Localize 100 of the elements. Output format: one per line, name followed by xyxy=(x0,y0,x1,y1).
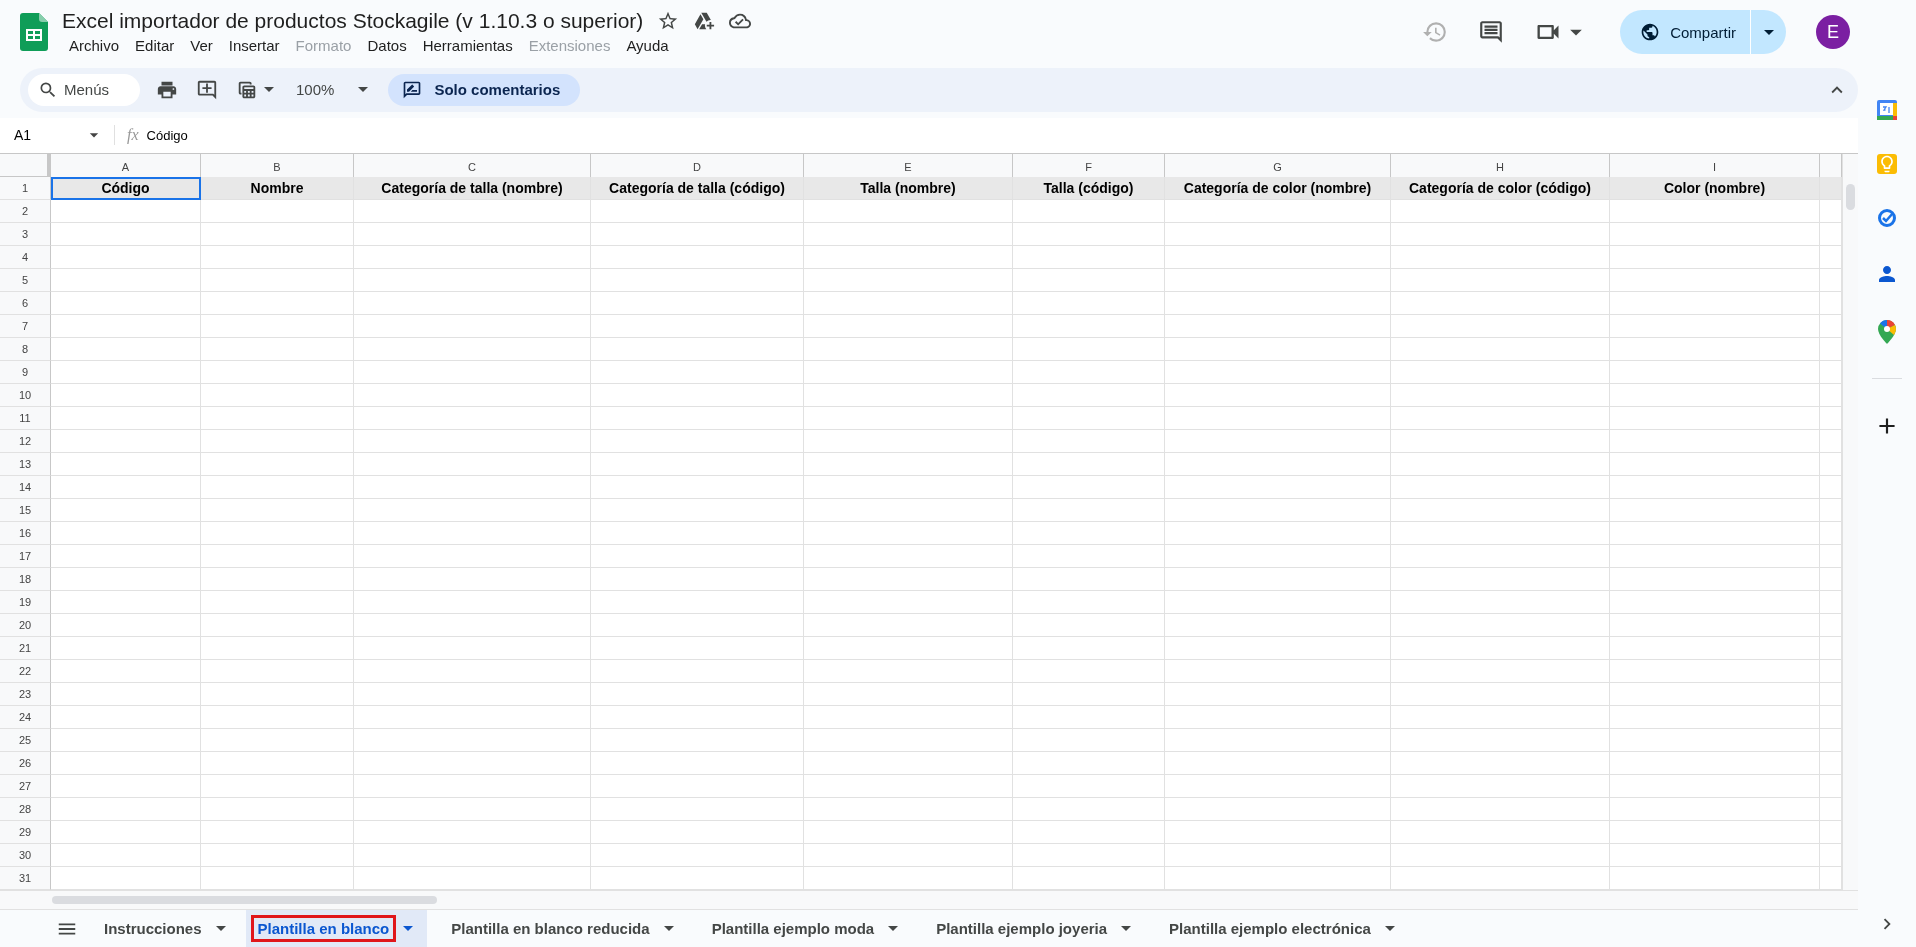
spreadsheet-cell[interactable] xyxy=(51,729,201,753)
spreadsheet-cell[interactable] xyxy=(1013,223,1165,247)
spreadsheet-cell[interactable] xyxy=(1013,568,1165,592)
spreadsheet-cell[interactable] xyxy=(1610,384,1820,408)
spreadsheet-cell[interactable] xyxy=(1391,315,1610,339)
spreadsheet-cell[interactable] xyxy=(591,821,804,845)
spreadsheet-cell[interactable] xyxy=(1165,476,1391,500)
spreadsheet-cell[interactable] xyxy=(201,706,354,730)
menu-search-field[interactable]: Menús xyxy=(28,73,140,106)
spreadsheet-cell[interactable] xyxy=(1820,430,1842,454)
spreadsheet-cell[interactable] xyxy=(354,660,591,684)
spreadsheet-cell[interactable] xyxy=(354,338,591,362)
spreadsheet-cell[interactable] xyxy=(1391,223,1610,247)
spreadsheet-cell[interactable] xyxy=(591,614,804,638)
spreadsheet-cell[interactable] xyxy=(1165,361,1391,385)
sheet-tab[interactable]: Instrucciones xyxy=(86,910,240,947)
spreadsheet-cell[interactable] xyxy=(591,200,804,224)
spreadsheet-cell[interactable] xyxy=(354,315,591,339)
sheet-tab[interactable]: Plantilla en blanco reducida xyxy=(433,910,688,947)
row-header[interactable]: 2 xyxy=(0,200,51,224)
spreadsheet-cell[interactable] xyxy=(1820,315,1842,339)
spreadsheet-cell[interactable] xyxy=(591,384,804,408)
spreadsheet-cell[interactable] xyxy=(1165,683,1391,707)
spreadsheet-cell[interactable] xyxy=(1013,453,1165,477)
spreadsheet-cell[interactable] xyxy=(1391,361,1610,385)
spreadsheet-cell[interactable] xyxy=(804,269,1013,293)
spreadsheet-cell[interactable] xyxy=(1165,637,1391,661)
spreadsheet-cell[interactable] xyxy=(201,361,354,385)
spreadsheet-cell[interactable] xyxy=(1610,660,1820,684)
spreadsheet-cell[interactable] xyxy=(804,384,1013,408)
spreadsheet-cell[interactable] xyxy=(1013,545,1165,569)
spreadsheet-cell[interactable] xyxy=(1391,430,1610,454)
header-cell[interactable] xyxy=(1820,177,1842,201)
spreadsheet-cell[interactable] xyxy=(201,752,354,776)
row-header[interactable]: 27 xyxy=(0,775,51,799)
spreadsheet-cell[interactable] xyxy=(354,384,591,408)
spreadsheet-cell[interactable] xyxy=(804,729,1013,753)
sheet-tab[interactable]: Plantilla ejemplo joyeria xyxy=(918,910,1146,947)
cell-reference-box[interactable]: A1 xyxy=(0,125,115,146)
spreadsheet-cell[interactable] xyxy=(1391,453,1610,477)
spreadsheet-cell[interactable] xyxy=(1165,223,1391,247)
spreadsheet-cell[interactable] xyxy=(201,522,354,546)
spreadsheet-cell[interactable] xyxy=(51,545,201,569)
spreadsheet-cell[interactable] xyxy=(804,223,1013,247)
spreadsheet-cell[interactable] xyxy=(1610,269,1820,293)
check-circle-icon[interactable] xyxy=(1877,208,1897,228)
row-header[interactable]: 21 xyxy=(0,637,51,661)
spreadsheet-cell[interactable] xyxy=(201,499,354,523)
header-cell[interactable]: Categoría de color (nombre) xyxy=(1165,177,1391,201)
spreadsheet-cell[interactable] xyxy=(201,292,354,316)
spreadsheet-cell[interactable] xyxy=(201,430,354,454)
spreadsheet-cell[interactable] xyxy=(354,775,591,799)
spreadsheet-cell[interactable] xyxy=(1391,591,1610,615)
spreadsheet-cell[interactable] xyxy=(1013,200,1165,224)
spreadsheet-cell[interactable] xyxy=(201,453,354,477)
spreadsheet-cell[interactable] xyxy=(1820,867,1842,891)
spreadsheet-cell[interactable] xyxy=(804,292,1013,316)
spreadsheet-cell[interactable] xyxy=(1013,729,1165,753)
spreadsheet-cell[interactable] xyxy=(1820,522,1842,546)
spreadsheet-cell[interactable] xyxy=(201,637,354,661)
spreadsheet-cell[interactable] xyxy=(201,844,354,868)
spreadsheet-cell[interactable] xyxy=(804,775,1013,799)
spreadsheet-cell[interactable] xyxy=(591,522,804,546)
spreadsheet-cell[interactable] xyxy=(354,499,591,523)
spreadsheet-cell[interactable] xyxy=(201,867,354,891)
spreadsheet-cell[interactable] xyxy=(804,752,1013,776)
spreadsheet-cell[interactable] xyxy=(1610,407,1820,431)
comment-only-mode-button[interactable]: Solo comentarios xyxy=(388,73,581,106)
spreadsheet-cell[interactable] xyxy=(1391,384,1610,408)
spreadsheet-cell[interactable] xyxy=(1165,384,1391,408)
spreadsheet-cell[interactable] xyxy=(1165,614,1391,638)
spreadsheet-cell[interactable] xyxy=(1610,499,1820,523)
spreadsheet-cell[interactable] xyxy=(1820,614,1842,638)
sheet-tab[interactable]: Plantilla ejemplo moda xyxy=(693,910,913,947)
spreadsheet-cell[interactable] xyxy=(201,729,354,753)
spreadsheet-cell[interactable] xyxy=(591,315,804,339)
spreadsheet-cell[interactable] xyxy=(1610,338,1820,362)
row-header[interactable]: 12 xyxy=(0,430,51,454)
header-cell[interactable]: Categoría de color (código) xyxy=(1391,177,1610,201)
sheet-tab[interactable]: Plantilla en blanco xyxy=(245,910,428,947)
spreadsheet-cell[interactable] xyxy=(51,798,201,822)
spreadsheet-cell[interactable] xyxy=(1391,568,1610,592)
spreadsheet-cell[interactable] xyxy=(804,614,1013,638)
row-header[interactable]: 7 xyxy=(0,315,51,339)
spreadsheet-cell[interactable] xyxy=(1610,867,1820,891)
spreadsheet-cell[interactable] xyxy=(1610,361,1820,385)
spreadsheet-cell[interactable] xyxy=(804,476,1013,500)
spreadsheet-cell[interactable] xyxy=(1165,660,1391,684)
document-title[interactable]: Excel importador de productos Stockagile (v 1.10.3 o superior) xyxy=(62,8,644,33)
menu-item[interactable]: Ayuda xyxy=(619,34,676,56)
spreadsheet-cell[interactable] xyxy=(591,292,804,316)
spreadsheet-cell[interactable] xyxy=(51,223,201,247)
spreadsheet-cell[interactable] xyxy=(354,545,591,569)
spreadsheet-cell[interactable] xyxy=(1165,292,1391,316)
spreadsheet-cell[interactable] xyxy=(201,545,354,569)
spreadsheet-cell[interactable] xyxy=(1013,338,1165,362)
spreadsheet-cell[interactable] xyxy=(804,844,1013,868)
row-header[interactable]: 14 xyxy=(0,476,51,500)
spreadsheet-cell[interactable] xyxy=(51,430,201,454)
row-header[interactable]: 13 xyxy=(0,453,51,477)
